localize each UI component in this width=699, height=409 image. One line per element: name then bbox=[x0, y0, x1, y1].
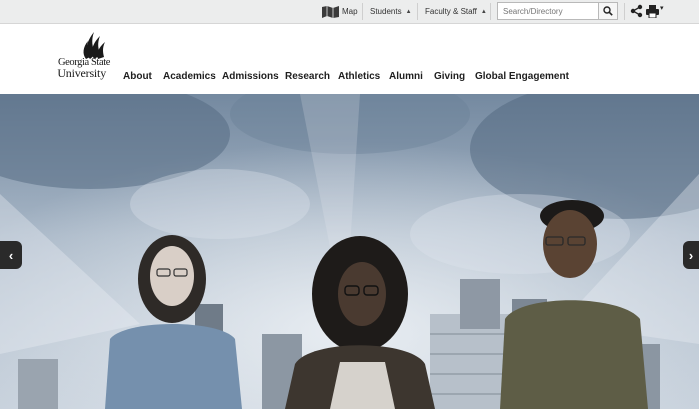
carousel-next-button[interactable]: › bbox=[683, 241, 699, 269]
university-logo[interactable]: Georgia State University bbox=[38, 30, 110, 88]
divider bbox=[624, 3, 625, 20]
faculty-label: Faculty & Staff bbox=[425, 7, 477, 16]
flame-logo-icon bbox=[83, 32, 105, 59]
students-label: Students bbox=[370, 7, 402, 16]
map-icon bbox=[322, 5, 339, 18]
nav-athletics[interactable]: Athletics bbox=[338, 71, 380, 85]
nav-about[interactable]: About bbox=[123, 71, 152, 85]
search-icon bbox=[603, 6, 613, 16]
nav-academics[interactable]: Academics bbox=[163, 71, 216, 85]
utility-bar: Map Students ▲ Faculty & Staff ▲ ▾ bbox=[0, 0, 699, 24]
logo-line-2: University bbox=[57, 66, 106, 80]
divider bbox=[362, 3, 363, 20]
logo-wordmark: Georgia State University bbox=[38, 57, 110, 80]
nav-alumni[interactable]: Alumni bbox=[389, 71, 423, 85]
caret-up-icon: ▲ bbox=[405, 8, 412, 15]
site-header: Georgia State University About Academics… bbox=[0, 24, 699, 94]
nav-admissions[interactable]: Admissions bbox=[222, 71, 279, 85]
nav-research[interactable]: Research bbox=[285, 71, 330, 85]
nav-giving[interactable]: Giving bbox=[434, 71, 465, 85]
hero-carousel: ‹ › bbox=[0, 94, 699, 409]
divider bbox=[417, 3, 418, 20]
chevron-left-icon: ‹ bbox=[8, 247, 14, 263]
search-input[interactable] bbox=[497, 2, 599, 20]
carousel-prev-button[interactable]: ‹ bbox=[0, 241, 22, 269]
print-icon[interactable] bbox=[646, 4, 659, 18]
chevron-right-icon: › bbox=[688, 247, 694, 263]
chevron-down-icon[interactable]: ▾ bbox=[660, 4, 664, 12]
hero-image bbox=[0, 94, 699, 409]
search-button[interactable] bbox=[599, 2, 618, 20]
students-menu[interactable]: Students ▲ bbox=[370, 0, 412, 23]
share-icon[interactable] bbox=[630, 4, 643, 18]
map-label: Map bbox=[342, 7, 358, 16]
divider bbox=[490, 3, 491, 20]
faculty-staff-menu[interactable]: Faculty & Staff ▲ bbox=[425, 0, 487, 23]
caret-up-icon: ▲ bbox=[480, 8, 487, 15]
map-link[interactable]: Map bbox=[322, 0, 358, 23]
nav-global-engagement[interactable]: Global Engagement bbox=[475, 71, 569, 85]
